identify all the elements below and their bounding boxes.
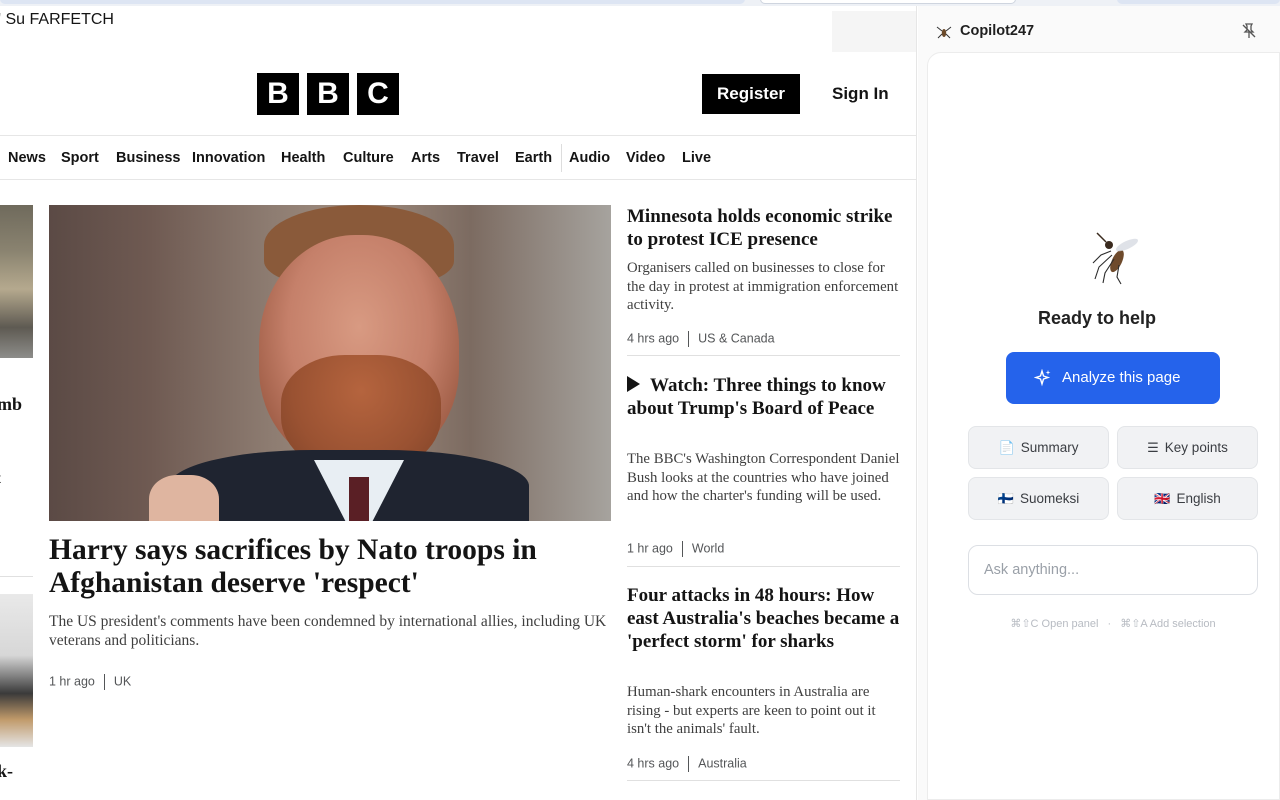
copilot-status: Ready to help: [1037, 308, 1157, 328]
story-title[interactable]: Minnesota holds economic strike to prote…: [627, 205, 902, 251]
nav-item-innovation[interactable]: Innovation: [192, 150, 265, 166]
uk-flag-icon: 🇬🇧: [1154, 491, 1171, 506]
nav-item-sport[interactable]: Sport: [61, 150, 99, 166]
story-meta: 1 hr ago World: [627, 541, 724, 557]
browser-tab-bar[interactable]: [0, 0, 745, 4]
shortcut-separator: ·: [1107, 618, 1112, 630]
shortcut-add-selection: ⌘⇧A Add selection: [1120, 618, 1216, 630]
finland-flag-icon: 🇫🇮: [997, 491, 1014, 506]
story-divider: [0, 576, 33, 577]
meta-divider: [688, 331, 690, 347]
sign-in-link[interactable]: Sign In: [832, 84, 889, 104]
sparkles-icon: [1034, 369, 1051, 387]
bbc-page: ' Su FARFETCH B B C Register Sign In New…: [0, 6, 917, 800]
shortcut-open-panel: ⌘⇧C Open panel: [1010, 618, 1099, 630]
story-tag[interactable]: US & Canada: [698, 331, 774, 345]
suomeksi-chip[interactable]: 🇫🇮 Suomeksi: [968, 477, 1109, 520]
hero-story-summary: The US president's comments have been co…: [49, 613, 607, 649]
nav-item-earth[interactable]: Earth: [515, 150, 552, 166]
play-icon: [627, 376, 640, 392]
image-detail: [149, 475, 219, 521]
shortcut-hints: ⌘⇧C Open panel · ⌘⇧A Add selection: [968, 617, 1258, 630]
image-detail: [349, 477, 369, 521]
nav-item-news[interactable]: News: [8, 150, 46, 166]
unpin-icon[interactable]: [1240, 22, 1258, 40]
story-title[interactable]: Four attacks in 48 hours: How east Austr…: [627, 584, 902, 653]
cropped-story-title[interactable]: k-: [0, 761, 13, 782]
story-meta: 4 hrs ago US & Canada: [627, 331, 775, 347]
hero-story-title[interactable]: Harry says sacrifices by Nato troops in …: [49, 534, 609, 600]
chip-label: Summary: [1020, 440, 1079, 455]
promo-banner-text[interactable]: ' Su FARFETCH: [0, 11, 114, 29]
hero-story-image[interactable]: [49, 205, 611, 521]
story-time: 4 hrs ago: [627, 331, 680, 346]
nav-item-video[interactable]: Video: [626, 150, 665, 166]
hero-story-meta: 1 hr ago UK: [49, 674, 131, 690]
chip-label: Key points: [1164, 440, 1228, 455]
document-icon: 📄: [998, 440, 1015, 455]
story-title-video[interactable]: Watch: Three things to know about Trump'…: [627, 374, 902, 420]
copilot-title: Copilot247: [960, 23, 1035, 39]
meta-divider: [681, 541, 683, 557]
meta-divider: [688, 756, 690, 772]
nav-item-audio[interactable]: Audio: [569, 150, 610, 166]
cropped-story-summary: t: [0, 470, 1, 486]
chip-label: Suomeksi: [1019, 491, 1080, 506]
analyze-page-button[interactable]: Analyze this page: [1006, 352, 1220, 404]
nav-item-health[interactable]: Health: [281, 150, 325, 166]
chip-label: English: [1176, 491, 1221, 506]
checklist-icon: ☰: [1147, 440, 1159, 455]
browser-address-field[interactable]: [760, 0, 1016, 4]
story-tag[interactable]: World: [692, 541, 724, 555]
meta-divider: [103, 674, 105, 690]
story-meta: 4 hrs ago Australia: [627, 756, 747, 772]
cropped-story-title[interactable]: mb: [0, 394, 22, 415]
story-time: 1 hr ago: [627, 541, 673, 556]
register-button[interactable]: Register: [702, 74, 800, 114]
browser-toolbar-area[interactable]: [1117, 0, 1280, 4]
main-nav: News Sport Business Innovation Health Cu…: [0, 135, 916, 180]
analyze-page-label: Analyze this page: [1062, 369, 1181, 386]
cropped-story-image[interactable]: [0, 205, 33, 358]
promo-banner-box[interactable]: [832, 11, 916, 52]
story-title-text: Watch: Three things to know about Trump'…: [627, 375, 886, 419]
key-points-chip[interactable]: ☰ Key points: [1117, 426, 1258, 469]
story-divider: [627, 355, 900, 356]
english-chip[interactable]: 🇬🇧 English: [1117, 477, 1258, 520]
summary-chip[interactable]: 📄 Summary: [968, 426, 1109, 469]
story-summary: The BBC's Washington Correspondent Danie…: [627, 451, 900, 505]
copilot-header: Copilot247: [918, 6, 1280, 52]
nav-item-business[interactable]: Business: [116, 150, 180, 166]
nav-item-arts[interactable]: Arts: [411, 150, 440, 166]
story-time: 4 hrs ago: [627, 756, 680, 771]
nav-item-live[interactable]: Live: [682, 150, 711, 166]
nav-item-travel[interactable]: Travel: [457, 150, 499, 166]
bbc-logo-letter: B: [307, 73, 349, 115]
nav-divider: [561, 144, 562, 172]
bbc-logo-letter: B: [257, 73, 299, 115]
mosquito-icon: [936, 26, 952, 39]
story-summary: Organisers called on businesses to close…: [627, 260, 899, 314]
cropped-story-image[interactable]: [0, 594, 33, 747]
bbc-logo-letter: C: [357, 73, 399, 115]
story-divider: [627, 780, 900, 781]
bbc-logo[interactable]: B B C: [257, 73, 399, 115]
ask-input[interactable]: [968, 545, 1258, 595]
story-tag[interactable]: Australia: [698, 756, 747, 770]
story-summary: Human-shark encounters in Australia are …: [627, 684, 876, 738]
story-tag[interactable]: UK: [114, 674, 131, 688]
mosquito-icon: [1092, 232, 1139, 285]
story-divider: [627, 566, 900, 567]
nav-item-culture[interactable]: Culture: [343, 150, 394, 166]
story-time: 1 hr ago: [49, 674, 95, 689]
